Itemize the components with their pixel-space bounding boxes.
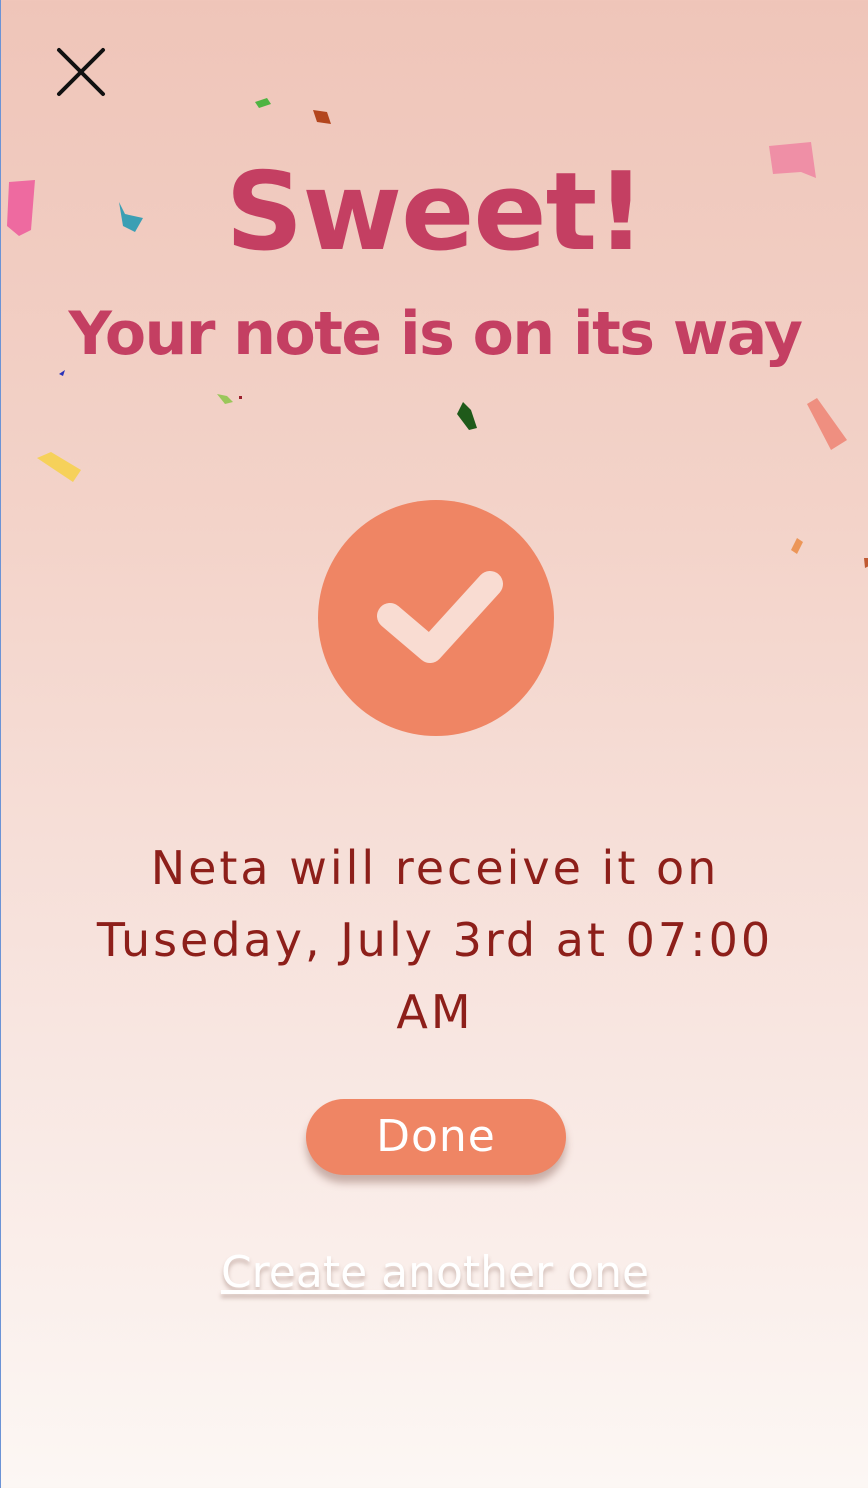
delivery-message: Neta will receive it on Tuseday, July 3r… [61, 832, 809, 1048]
close-button[interactable] [45, 36, 117, 108]
confirmation-screen: Sweet! Your note is on its way Neta will… [0, 0, 868, 1488]
done-button[interactable]: Done [306, 1099, 566, 1175]
delivery-message-line: Tuseday, July 3rd at 07:00 [96, 913, 774, 967]
page-title: Sweet! [225, 150, 646, 275]
checkmark-icon [377, 571, 503, 663]
page-subtitle: Your note is on its way [68, 299, 803, 369]
success-badge [318, 500, 554, 736]
close-icon [57, 48, 105, 96]
delivery-message-line: Neta will receive it on [150, 841, 720, 895]
delivery-message-line: AM [396, 985, 474, 1039]
create-another-link[interactable]: Create another one [1, 1240, 868, 1306]
